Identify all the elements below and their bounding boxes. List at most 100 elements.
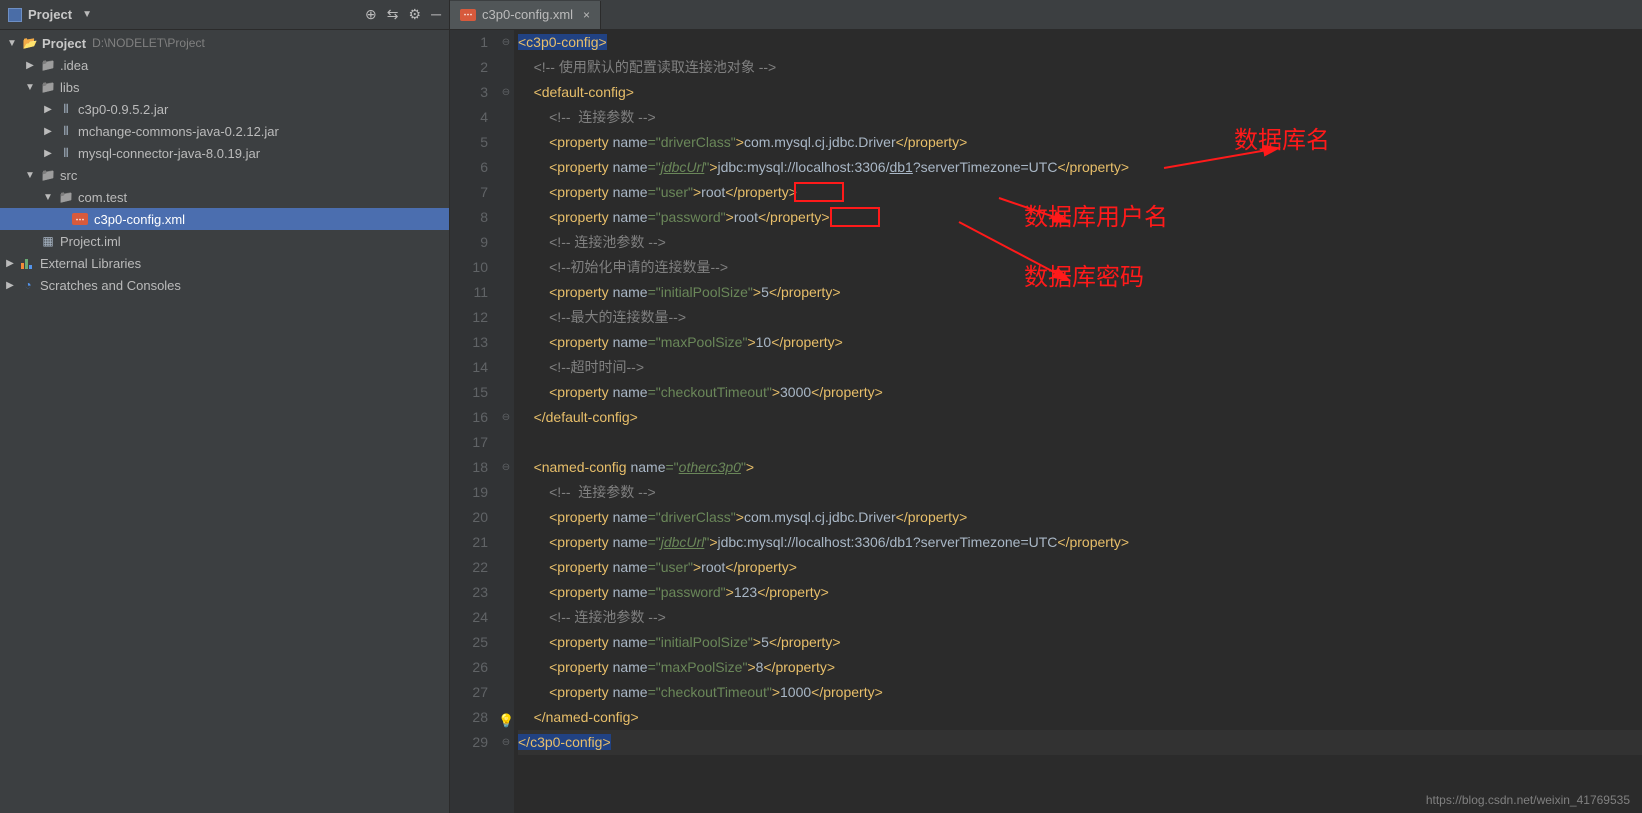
editor-body[interactable]: 1234567891011121314151617181920212223242… <box>450 30 1642 813</box>
package-icon <box>58 189 74 205</box>
text: 3000 <box>780 384 811 400</box>
attr-val: password <box>661 584 721 600</box>
tree-item-libs[interactable]: ▼ libs <box>0 76 449 98</box>
xml-comment: <!--超时时间--> <box>549 359 644 375</box>
tree-root[interactable]: ▼📂 Project D:\NODELET\Project <box>0 32 449 54</box>
tree-item-iml[interactable]: ▶▦ Project.iml <box>0 230 449 252</box>
tree-item-xml[interactable]: ▶⋯ c3p0-config.xml <box>0 208 449 230</box>
attr: name <box>613 134 648 150</box>
collapse-icon[interactable]: ⇆ <box>387 6 399 23</box>
tree-label: com.test <box>78 190 127 205</box>
text: 1000 <box>780 684 811 700</box>
gear-icon[interactable]: ⚙ <box>409 6 422 23</box>
tree-label: mchange-commons-java-0.2.12.jar <box>78 124 279 139</box>
code-area[interactable]: <c3p0-config> <!-- 使用默认的配置读取连接池对象 --> <d… <box>514 30 1642 813</box>
tree-item-jar[interactable]: ▶⫴ mchange-commons-java-0.2.12.jar <box>0 120 449 142</box>
tree-root-name: Project <box>42 36 86 51</box>
xml-tag: <default-config> <box>534 84 634 100</box>
jar-icon: ⫴ <box>58 101 74 117</box>
module-icon: 📂 <box>22 35 38 51</box>
attr-val: initialPoolSize <box>661 284 748 300</box>
attr-val: driverClass <box>661 134 731 150</box>
attr-val: initialPoolSize <box>661 634 748 650</box>
tree-label: mysql-connector-java-8.0.19.jar <box>78 146 260 161</box>
attr-val: maxPoolSize <box>661 334 743 350</box>
text: 5 <box>761 284 769 300</box>
close-icon[interactable]: × <box>583 8 590 22</box>
attr: name <box>630 459 665 475</box>
text: ?serverTimezone=UTC <box>913 159 1058 175</box>
tree-item-jar[interactable]: ▶⫴ mysql-connector-java-8.0.19.jar <box>0 142 449 164</box>
attr-val: maxPoolSize <box>661 659 743 675</box>
tree-item-jar[interactable]: ▶⫴ c3p0-0.9.5.2.jar <box>0 98 449 120</box>
xml-comment: <!-- 连接参数 --> <box>549 484 656 500</box>
xml-tag: > <box>746 459 754 475</box>
highlight-box-user <box>794 182 844 202</box>
editor-tab[interactable]: ⋯ c3p0-config.xml × <box>450 1 601 29</box>
text: root <box>701 559 725 575</box>
xml-tag: </default-config> <box>534 409 638 425</box>
text: jdbc:mysql://localhost:3306/ <box>718 159 890 175</box>
hide-icon[interactable]: ─ <box>431 6 441 23</box>
xml-comment: <!-- 使用默认的配置读取连接池对象 --> <box>534 59 777 75</box>
annotation-db-password: 数据库密码 <box>1024 265 1144 290</box>
libraries-icon <box>20 255 36 271</box>
tree-label: c3p0-0.9.5.2.jar <box>78 102 168 117</box>
attr-val: user <box>661 184 688 200</box>
jar-icon: ⫴ <box>58 145 74 161</box>
tree-label: Scratches and Consoles <box>40 278 181 293</box>
tree-external-libs[interactable]: ▶ External Libraries <box>0 252 449 274</box>
jar-icon: ⫴ <box>58 123 74 139</box>
project-view-title[interactable]: Project <box>28 7 72 22</box>
tree-item-idea[interactable]: ▶ .idea <box>0 54 449 76</box>
editor-panel: ⋯ c3p0-config.xml × 12345678910111213141… <box>450 0 1642 813</box>
tree-item-src[interactable]: ▼ src <box>0 164 449 186</box>
source-folder-icon <box>40 167 56 183</box>
attr-val: checkoutTimeout <box>661 684 767 700</box>
project-tree[interactable]: ▼📂 Project D:\NODELET\Project ▶ .idea ▼ … <box>0 30 449 813</box>
attr: name <box>613 159 648 175</box>
tree-label: .idea <box>60 58 88 73</box>
xml-tag: </named-config> <box>534 709 639 725</box>
attr: name <box>613 184 648 200</box>
attr: name <box>613 209 648 225</box>
editor-tab-bar: ⋯ c3p0-config.xml × <box>450 0 1642 30</box>
attr: name <box>613 534 648 550</box>
tree-label: c3p0-config.xml <box>94 212 185 227</box>
attr: name <box>613 334 648 350</box>
folder-icon <box>40 57 56 73</box>
xml-tag: <c3p0-config> <box>518 34 607 50</box>
annotation-db-user: 数据库用户名 <box>1024 205 1168 230</box>
dropdown-arrow-icon[interactable]: ▼ <box>82 9 92 20</box>
text: db1 <box>889 159 912 175</box>
attr: name <box>613 384 648 400</box>
attr: name <box>613 284 648 300</box>
iml-icon: ▦ <box>40 233 56 249</box>
attr: name <box>613 559 648 575</box>
project-panel: Project ▼ ⊕ ⇆ ⚙ ─ ▼📂 Project D:\NODELET\… <box>0 0 450 813</box>
target-icon[interactable]: ⊕ <box>365 6 377 23</box>
tree-root-path: D:\NODELET\Project <box>92 36 205 50</box>
text: 123 <box>734 584 757 600</box>
xml-comment: <!-- 连接池参数 --> <box>549 234 666 250</box>
project-tool-header: Project ▼ ⊕ ⇆ ⚙ ─ <box>0 0 449 30</box>
scratches-icon: ◔ <box>20 277 36 293</box>
project-view-icon <box>8 8 22 22</box>
attr: name <box>613 584 648 600</box>
tree-label: Project.iml <box>60 234 121 249</box>
attr: name <box>613 509 648 525</box>
intention-bulb-icon[interactable]: 💡 <box>498 708 514 733</box>
tree-label: src <box>60 168 77 183</box>
attr-val: jdbcUrl <box>661 534 705 550</box>
text: 5 <box>761 634 769 650</box>
fold-gutter: ⊖ ⊖ ⊖ ⊖ ⊖ ⊖ 💡 <box>500 30 514 813</box>
tree-item-package[interactable]: ▼ com.test <box>0 186 449 208</box>
xml-comment: <!--初始化申请的连接数量--> <box>549 259 728 275</box>
annotation-db-name: 数据库名 <box>1234 128 1330 153</box>
tree-label: External Libraries <box>40 256 141 271</box>
xml-comment: <!--最大的连接数量--> <box>549 309 686 325</box>
text: root <box>734 209 758 225</box>
attr-val: password <box>661 209 721 225</box>
tree-scratches[interactable]: ▶◔ Scratches and Consoles <box>0 274 449 296</box>
attr: name <box>613 634 648 650</box>
